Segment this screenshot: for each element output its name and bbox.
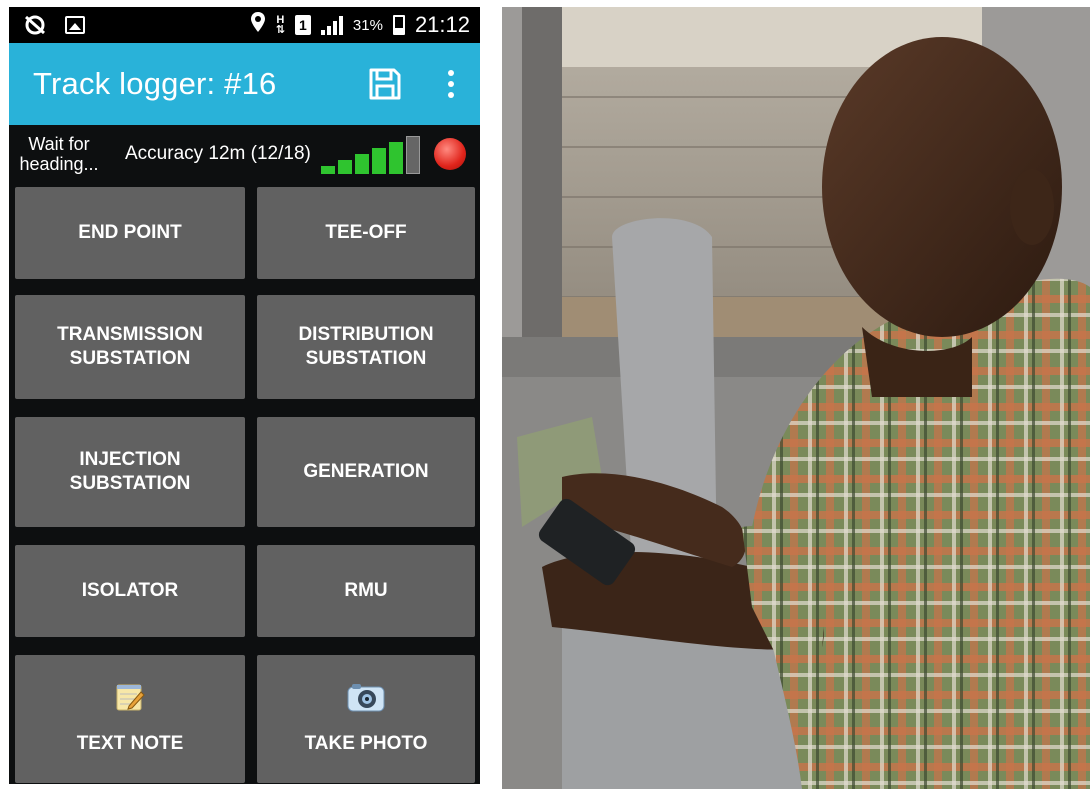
isolator-label: ISOLATOR bbox=[81, 580, 179, 601]
photo-illustration bbox=[502, 7, 1090, 789]
injection-substation-button[interactable]: INJECTION SUBSTATION bbox=[15, 417, 245, 527]
camera-icon bbox=[347, 682, 385, 712]
battery-icon bbox=[392, 15, 405, 35]
tee-off-label: TEE-OFF bbox=[325, 222, 407, 243]
network-type-icon: H ⇅ bbox=[275, 14, 285, 36]
gps-accuracy: Accuracy 12m (12/18) bbox=[125, 143, 311, 164]
rmu-button[interactable]: RMU bbox=[257, 545, 475, 637]
photo-man-using-phone-in-vehicle bbox=[502, 7, 1090, 789]
gps-signal-bar bbox=[354, 154, 369, 174]
gallery-icon bbox=[65, 16, 85, 34]
recording-indicator-icon[interactable] bbox=[433, 138, 466, 170]
text-note-button[interactable]: TEXT NOTE bbox=[15, 655, 245, 783]
signal-strength-icon bbox=[320, 15, 343, 35]
distribution-substation-label: DISTRIBUTION SUBSTATION bbox=[298, 324, 434, 369]
gps-signal-bars bbox=[320, 134, 420, 174]
more-vert-icon[interactable] bbox=[448, 70, 454, 98]
heading-status: Wait for heading... bbox=[19, 134, 99, 174]
location-icon bbox=[250, 11, 266, 39]
clock: 21:12 bbox=[414, 12, 470, 37]
battery-percent: 31% bbox=[352, 16, 383, 34]
injection-substation-label: INJECTION SUBSTATION bbox=[69, 449, 191, 494]
generation-label: GENERATION bbox=[303, 461, 429, 482]
end-point-label: END POINT bbox=[78, 222, 182, 243]
transmission-substation-button[interactable]: TRANSMISSION SUBSTATION bbox=[15, 295, 245, 399]
gps-signal-bar bbox=[320, 166, 335, 174]
generation-button[interactable]: GENERATION bbox=[257, 417, 475, 527]
distribution-substation-button[interactable]: DISTRIBUTION SUBSTATION bbox=[257, 295, 475, 399]
text-note-label: TEXT NOTE bbox=[76, 733, 184, 754]
gps-signal-bar bbox=[388, 142, 403, 174]
gps-signal-bar bbox=[371, 148, 386, 174]
rmu-label: RMU bbox=[344, 580, 388, 601]
tee-off-button[interactable]: TEE-OFF bbox=[257, 187, 475, 279]
gps-signal-bar bbox=[337, 160, 352, 174]
save-icon[interactable] bbox=[368, 67, 402, 101]
network-type-label: H bbox=[276, 14, 285, 26]
gps-signal-bar bbox=[405, 136, 420, 174]
sim-icon: 1 bbox=[294, 15, 311, 35]
notification-icon bbox=[23, 14, 47, 36]
status-bar: H ⇅ 1 31% 21:12 bbox=[9, 7, 480, 43]
take-photo-label: TAKE PHOTO bbox=[304, 733, 428, 754]
app-bar: Track logger: #16 bbox=[9, 43, 480, 125]
notepad-icon bbox=[115, 682, 145, 712]
gps-info-bar: Wait for heading... Accuracy 12m (12/18) bbox=[9, 125, 480, 183]
take-photo-button[interactable]: TAKE PHOTO bbox=[257, 655, 475, 783]
app-title: Track logger: #16 bbox=[33, 66, 277, 101]
phone-screenshot: H ⇅ 1 31% 21:12 Track logger: #16 Wait f… bbox=[9, 7, 480, 784]
transmission-substation-label: TRANSMISSION SUBSTATION bbox=[57, 324, 203, 369]
end-point-button[interactable]: END POINT bbox=[15, 187, 245, 279]
isolator-button[interactable]: ISOLATOR bbox=[15, 545, 245, 637]
